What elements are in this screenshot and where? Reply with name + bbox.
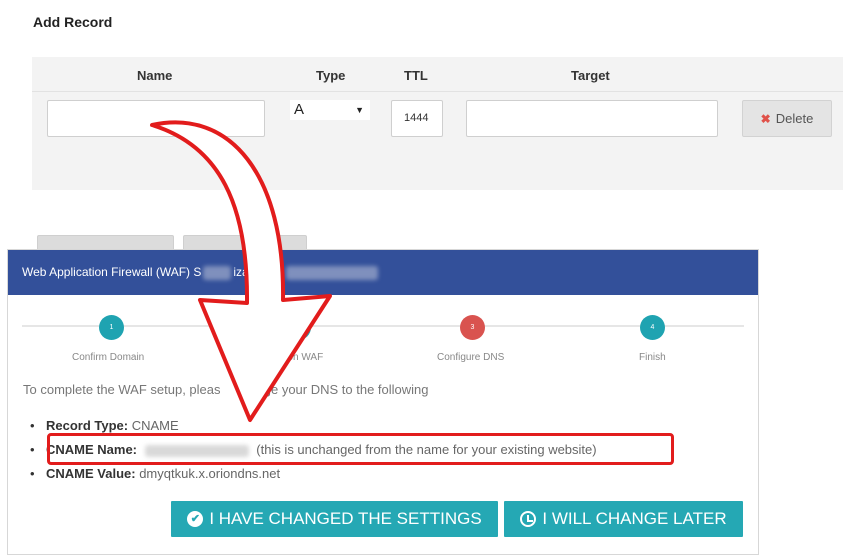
close-icon: ✖ bbox=[760, 111, 771, 126]
add-record-title: Add Record bbox=[33, 14, 113, 30]
progress-line bbox=[22, 325, 744, 327]
step-4-label: Finish bbox=[639, 352, 666, 363]
redacted-text bbox=[203, 265, 232, 280]
step-3-circle: 3 bbox=[460, 315, 485, 340]
waf-header-text-start: Web Application Firewall (WAF) S bbox=[22, 265, 202, 279]
check-circle-icon: ✔ bbox=[187, 511, 204, 527]
cname-value-label: CNAME Value: bbox=[46, 466, 136, 481]
column-header-target: Target bbox=[571, 68, 610, 83]
change-later-label: I WILL CHANGE LATER bbox=[542, 509, 727, 528]
record-type-value: CNAME bbox=[131, 418, 179, 433]
header-divider bbox=[32, 91, 843, 92]
clock-icon bbox=[520, 511, 537, 527]
step-4-circle: 4 bbox=[640, 315, 665, 340]
step-1-circle: 1 bbox=[99, 315, 124, 340]
waf-wizard-header: Web Application Firewall (WAF) S izard fo… bbox=[8, 250, 758, 295]
record-type-item: Record Type: CNAME bbox=[30, 418, 597, 434]
record-type-label: Record Type: bbox=[46, 418, 129, 433]
name-input[interactable] bbox=[47, 100, 265, 137]
instructions-part-2: nge your DNS to the following bbox=[256, 382, 429, 397]
delete-button-label: Delete bbox=[775, 111, 814, 126]
add-record-table: Name Type TTL Target A ▼ 1444 ✖ Delete bbox=[32, 57, 843, 190]
column-header-ttl: TTL bbox=[404, 68, 428, 83]
step-3-label: Configure DNS bbox=[437, 352, 505, 363]
cname-name-highlight bbox=[47, 433, 674, 465]
step-1-label: Confirm Domain bbox=[72, 352, 145, 363]
ttl-input[interactable]: 1444 bbox=[391, 100, 443, 137]
step-2-circle: 2 bbox=[286, 315, 311, 340]
instructions-part-1: To complete the WAF setup, pleas bbox=[23, 382, 221, 397]
cname-value-value: dmyqtkuk.x.oriondns.net bbox=[139, 466, 281, 481]
redacted-domain bbox=[286, 265, 379, 280]
waf-instructions: To complete the WAF setup, pleas nge your… bbox=[23, 382, 429, 397]
type-select[interactable]: A ▼ bbox=[290, 100, 370, 120]
change-later-button[interactable]: I WILL CHANGE LATER bbox=[504, 501, 743, 537]
changed-settings-button[interactable]: ✔ I HAVE CHANGED THE SETTINGS bbox=[171, 501, 498, 537]
delete-button[interactable]: ✖ Delete bbox=[742, 100, 832, 137]
changed-settings-label: I HAVE CHANGED THE SETTINGS bbox=[209, 509, 482, 528]
type-select-value: A bbox=[294, 101, 305, 118]
waf-header-text-end: izard for bbox=[233, 265, 277, 279]
waf-wizard-panel: Web Application Firewall (WAF) S izard fo… bbox=[7, 249, 759, 555]
column-header-name: Name bbox=[137, 68, 173, 83]
target-input[interactable] bbox=[466, 100, 718, 137]
column-header-type: Type bbox=[316, 68, 346, 83]
caret-down-icon: ▼ bbox=[355, 105, 364, 115]
cname-value-item: CNAME Value: dmyqtkuk.x.oriondns.net bbox=[30, 466, 597, 482]
step-2-label: ision WAF bbox=[278, 352, 324, 363]
